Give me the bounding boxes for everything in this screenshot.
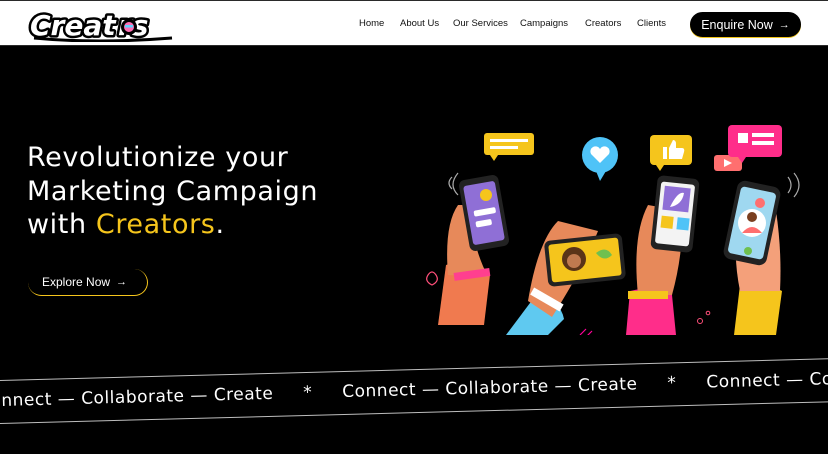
nav-creators[interactable]: Creators [585,18,621,29]
ticker-separator: * [303,382,313,404]
tagline-ticker: Connect — Collaborate — Create * Connect —… [0,357,828,425]
ticker-separator: * [667,373,677,394]
site-header: Creat rs Home About Us Our Services Camp… [0,0,828,46]
hands-holding-phones-illustration [426,125,800,335]
ticker-segment: Connect — Collaborate — Create [342,374,638,403]
headline-line-1: Revolutionize your [27,142,289,173]
nav-our-services[interactable]: Our Services [453,18,508,29]
arrow-right-icon: → [116,276,128,288]
nav-clients[interactable]: Clients [637,18,666,29]
hero-headline: Revolutionize your Marketing Campaign wi… [27,141,387,242]
explore-now-button[interactable]: Explore Now → [28,269,148,296]
hero-section: Revolutionize your Marketing Campaign wi… [0,47,828,454]
headline-highlight: Creators [95,209,216,240]
ticker-track: Connect — Collaborate — Create * Connect —… [0,364,828,412]
arrow-right-icon: → [778,18,790,31]
nav-home[interactable]: Home [359,18,384,29]
chat-bubble-icon [484,133,534,161]
heart-bubble-icon [582,137,618,181]
play-bubble-icon [714,155,742,171]
nav-campaigns[interactable]: Campaigns [520,18,568,29]
enquire-now-button[interactable]: Enquire Now → [690,12,801,37]
headline-line-3-prefix: with [27,209,96,240]
ticker-segment: Connect — Collaborate — Create [0,383,274,412]
thumbs-up-bubble-icon [650,135,692,171]
explore-now-label: Explore Now [42,275,111,289]
nav-about-us[interactable]: About Us [400,18,439,29]
headline-line-2: Marketing Campaign [27,175,319,207]
enquire-now-label: Enquire Now [701,17,773,32]
ticker-segment: Connect — Collaborate — Create [706,365,828,393]
headline-line-3-suffix: . [215,209,225,240]
